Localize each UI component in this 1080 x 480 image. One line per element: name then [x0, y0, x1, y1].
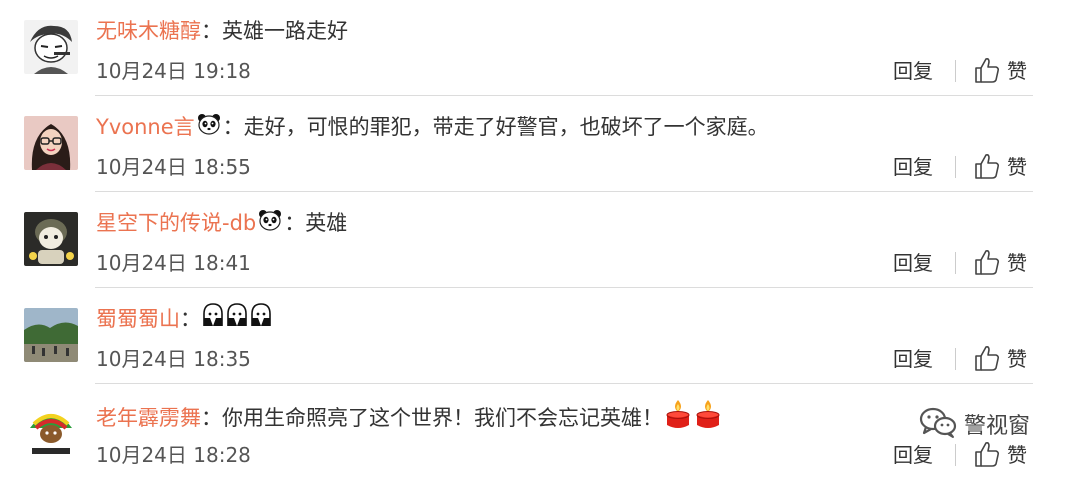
reply-button[interactable]: 回复 [893, 345, 933, 373]
comment-colon: ： [222, 115, 244, 139]
action-separator [955, 348, 956, 370]
candle-emoji-icon [664, 398, 692, 440]
thumbs-up-icon[interactable] [974, 248, 1000, 276]
panda-badge-icon [197, 111, 221, 145]
comment-list: 无味木糖醇：英雄一路走好 10月24日 19:18 回复赞 Yvonne言 ：走好，可恨… [0, 0, 1080, 472]
comment-item: Yvonne言 ：走好，可恨的罪犯，带走了好警官，也破坏了一个家庭。 10月24日 … [0, 96, 1080, 192]
thumbs-up-icon[interactable] [974, 56, 1000, 84]
avatar[interactable] [24, 116, 78, 170]
like-button[interactable]: 赞 [1007, 249, 1027, 277]
username-link[interactable]: 老年霹雳舞 [96, 406, 201, 430]
username-link[interactable]: 蜀蜀蜀山 [96, 307, 180, 331]
timestamp: 10月24日 18:55 [96, 155, 251, 179]
comment-colon: ： [284, 211, 306, 235]
reply-button[interactable]: 回复 [893, 249, 933, 277]
comment-item: 无味木糖醇：英雄一路走好 10月24日 19:18 回复 赞 [0, 0, 1080, 96]
comment-item: 星空下的传说-db ：英雄 10月24日 18:41 回复 赞 [0, 192, 1080, 288]
comment-body: 星空下的传说-db ：英雄 [96, 206, 347, 240]
avatar[interactable] [24, 212, 78, 266]
username-link[interactable]: 星空下的传说-db [96, 211, 256, 235]
username-link[interactable]: 无味木糖醇 [96, 19, 201, 43]
timestamp: 10月24日 18:41 [96, 251, 251, 275]
like-button[interactable]: 赞 [1007, 57, 1027, 85]
comment-colon: ： [180, 307, 201, 331]
timestamp: 10月24日 19:18 [96, 59, 251, 83]
thumbs-up-icon[interactable] [974, 440, 1000, 468]
comment-text: 英雄 [305, 211, 348, 235]
avatar[interactable] [24, 20, 78, 74]
like-button[interactable]: 赞 [1007, 441, 1027, 469]
comment-body: 无味木糖醇：英雄一路走好 [96, 14, 348, 48]
thumbs-up-icon[interactable] [974, 344, 1000, 372]
panda-badge-icon [258, 207, 282, 241]
action-separator [955, 444, 956, 466]
reply-button[interactable]: 回复 [893, 57, 933, 85]
comment-body: 老年霹雳舞：你用生命照亮了这个世界！我们不会忘记英雄！ [96, 398, 723, 432]
wechat-logo-icon [918, 405, 958, 443]
comment-text: 你用生命照亮了这个世界！我们不会忘记英雄！ [222, 406, 663, 430]
reply-button[interactable]: 回复 [893, 153, 933, 181]
comment-colon: ： [201, 19, 222, 43]
timestamp: 10月24日 18:28 [96, 443, 251, 467]
mourning-emoji-icon [226, 302, 248, 338]
comment-text: 走好，可恨的罪犯，带走了好警官，也破坏了一个家庭。 [243, 115, 769, 139]
thumbs-up-icon[interactable] [974, 152, 1000, 180]
comment-colon: ： [201, 406, 222, 430]
comment-text: 英雄一路走好 [222, 19, 348, 43]
username-link[interactable]: Yvonne言 [96, 115, 195, 139]
watermark-text: 警视窗 [964, 414, 1031, 439]
reply-button[interactable]: 回复 [893, 441, 933, 469]
avatar[interactable] [24, 308, 78, 362]
mourning-emoji-icon [250, 302, 272, 338]
action-separator [955, 156, 956, 178]
mourning-emoji-icon [202, 302, 224, 338]
action-separator [955, 252, 956, 274]
action-separator [955, 60, 956, 82]
comment-body: Yvonne言 ：走好，可恨的罪犯，带走了好警官，也破坏了一个家庭。 [96, 110, 769, 144]
comment-body: 蜀蜀蜀山： [96, 302, 273, 336]
comment-item: 蜀蜀蜀山： 10月24日 18:35 回复 赞 [0, 288, 1080, 384]
timestamp: 10月24日 18:35 [96, 347, 251, 371]
avatar[interactable] [24, 404, 78, 458]
like-button[interactable]: 赞 [1007, 153, 1027, 181]
like-button[interactable]: 赞 [1007, 345, 1027, 373]
watermark: 警视窗 [918, 404, 1030, 444]
candle-emoji-icon [694, 398, 722, 440]
